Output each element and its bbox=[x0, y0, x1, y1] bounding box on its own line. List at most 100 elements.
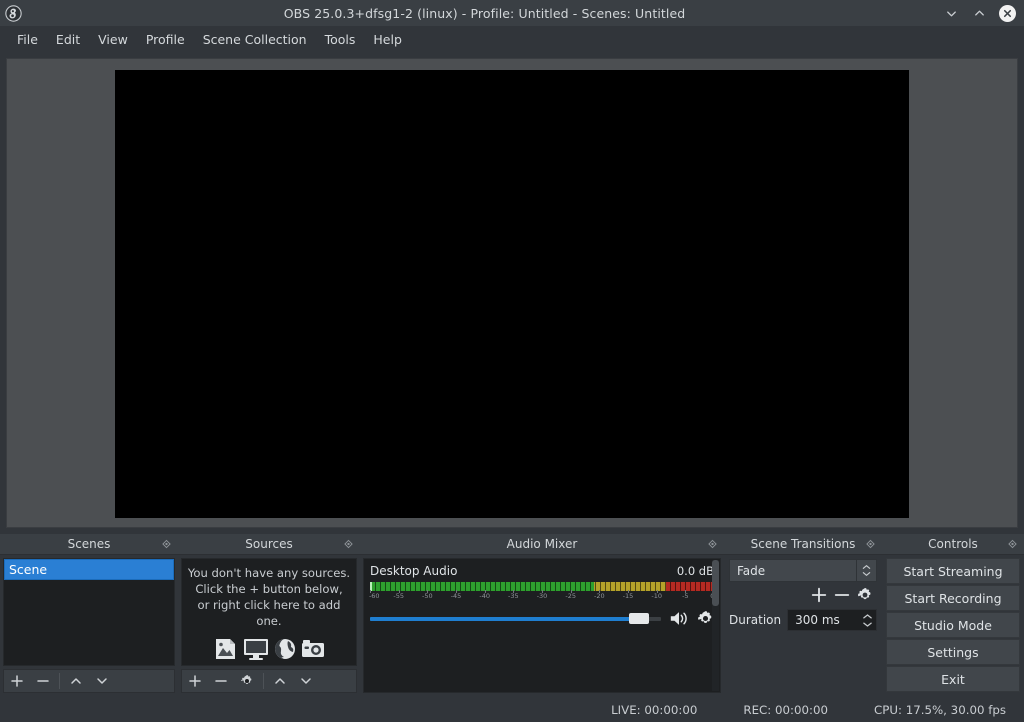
scale-tick-label: -5 bbox=[682, 592, 689, 600]
sources-toolbar bbox=[181, 669, 357, 693]
volume-slider[interactable] bbox=[370, 612, 661, 626]
dock-float-icon[interactable] bbox=[1008, 539, 1017, 549]
mute-button[interactable] bbox=[669, 610, 689, 627]
minimize-button[interactable] bbox=[943, 5, 959, 21]
transition-select-value: Fade bbox=[737, 563, 766, 578]
scale-tick-label: -40 bbox=[479, 592, 490, 600]
controls-body: Start Streaming Start Recording Studio M… bbox=[882, 555, 1024, 696]
audio-mixer-scrollbar[interactable] bbox=[712, 560, 719, 691]
chevron-down-icon bbox=[97, 678, 107, 684]
scale-tick-label: -50 bbox=[422, 592, 433, 600]
chevron-down-icon bbox=[301, 678, 311, 684]
scenes-dock-body: Scene bbox=[0, 555, 178, 696]
menu-item-view[interactable]: View bbox=[89, 29, 137, 50]
toolbar-divider bbox=[59, 673, 60, 689]
audio-mixer-dock-body: Desktop Audio 0.0 dB -60 -55 -50 -45 -40 -35 -… bbox=[360, 555, 724, 696]
scenes-toolbar bbox=[3, 669, 175, 693]
minus-icon bbox=[215, 680, 227, 682]
minus-icon bbox=[37, 680, 49, 682]
scenes-dock-title: Scenes bbox=[0, 534, 178, 555]
speaker-icon bbox=[670, 612, 687, 625]
chevron-up-icon bbox=[71, 678, 81, 684]
menu-item-edit[interactable]: Edit bbox=[47, 29, 89, 50]
close-button[interactable] bbox=[999, 4, 1016, 22]
dock-row: Scenes Scene Sources You don't have any … bbox=[0, 534, 1024, 698]
chevron-down-icon bbox=[862, 572, 871, 576]
start-streaming-button[interactable]: Start Streaming bbox=[886, 558, 1020, 584]
move-scene-up-button[interactable] bbox=[63, 670, 89, 692]
maximize-button[interactable] bbox=[971, 5, 987, 21]
menubar: File Edit View Profile Scene Collection … bbox=[0, 26, 1024, 52]
browser-source-icon bbox=[274, 638, 295, 659]
menu-item-tools[interactable]: Tools bbox=[316, 29, 365, 50]
chevron-up-icon bbox=[862, 613, 872, 619]
settings-button[interactable]: Settings bbox=[886, 639, 1020, 665]
image-source-icon bbox=[215, 638, 235, 659]
menu-item-help[interactable]: Help bbox=[364, 29, 411, 50]
status-rec-time: REC: 00:00:00 bbox=[743, 703, 828, 717]
scale-tick-label: -15 bbox=[622, 592, 634, 600]
controls-dock: Controls Start Streaming Start Recording… bbox=[882, 534, 1024, 696]
scale-tick-label: -60 bbox=[368, 592, 380, 600]
sources-empty-line-2: Click the + button below, bbox=[195, 581, 343, 596]
statusbar: LIVE: 00:00:00 REC: 00:00:00 CPU: 17.5%,… bbox=[0, 698, 1024, 722]
scrollbar-thumb[interactable] bbox=[712, 560, 719, 606]
duration-input[interactable]: 300 ms bbox=[787, 609, 877, 631]
display-capture-icon bbox=[243, 638, 268, 660]
list-item[interactable]: Scene bbox=[4, 559, 174, 580]
remove-source-button[interactable] bbox=[208, 670, 234, 692]
audio-channel-level: 0.0 dB bbox=[676, 564, 714, 578]
source-properties-button[interactable] bbox=[234, 670, 260, 692]
move-source-up-button[interactable] bbox=[267, 670, 293, 692]
gear-icon bbox=[858, 588, 871, 600]
plus-icon bbox=[189, 675, 201, 687]
scale-tick-label: -55 bbox=[393, 592, 404, 600]
add-transition-button[interactable] bbox=[811, 587, 827, 603]
transition-properties-button[interactable] bbox=[857, 587, 873, 603]
sources-empty-line-1: You don't have any sources. bbox=[187, 565, 351, 580]
dock-float-icon[interactable] bbox=[866, 539, 875, 549]
volume-slider-handle[interactable] bbox=[629, 613, 650, 624]
status-cpu-fps: CPU: 17.5%, 30.00 fps bbox=[874, 703, 1006, 717]
chevron-up-icon bbox=[974, 10, 984, 16]
move-scene-down-button[interactable] bbox=[89, 670, 115, 692]
transition-select-arrows[interactable] bbox=[856, 560, 876, 581]
scale-tick-label: -10 bbox=[651, 592, 662, 600]
exit-button[interactable]: Exit bbox=[886, 666, 1020, 692]
move-source-down-button[interactable] bbox=[293, 670, 319, 692]
menu-item-file[interactable]: File bbox=[8, 29, 47, 50]
titlebar: OBS 25.0.3+dfsg1-2 (linux) - Profile: Un… bbox=[0, 0, 1024, 26]
duration-stepper[interactable] bbox=[860, 610, 874, 630]
meter-scale: -60-55-50-45-40-35-30-25-20-15-10-50 bbox=[368, 590, 715, 604]
add-source-button[interactable] bbox=[182, 670, 208, 692]
scenes-list[interactable]: Scene bbox=[3, 558, 175, 666]
sources-empty-line-3: or right click here to add one. bbox=[197, 597, 341, 628]
audio-mixer-dock-title: Audio Mixer bbox=[360, 534, 724, 555]
start-recording-button[interactable]: Start Recording bbox=[886, 585, 1020, 611]
dock-float-icon[interactable] bbox=[344, 539, 353, 549]
menu-item-scene-collection[interactable]: Scene Collection bbox=[194, 29, 316, 50]
plus-icon bbox=[11, 675, 23, 687]
gear-icon bbox=[241, 675, 252, 684]
plus-icon bbox=[811, 587, 827, 603]
sources-empty-state[interactable]: You don't have any sources. Click the + … bbox=[181, 558, 357, 666]
toolbar-divider bbox=[263, 673, 264, 689]
remove-transition-button[interactable] bbox=[834, 587, 850, 603]
preview-area[interactable] bbox=[6, 58, 1018, 528]
studio-mode-button[interactable]: Studio Mode bbox=[886, 612, 1020, 638]
dock-float-icon[interactable] bbox=[708, 539, 717, 549]
dock-float-icon[interactable] bbox=[162, 539, 171, 549]
chevron-up-icon bbox=[275, 678, 285, 684]
sources-dock-body: You don't have any sources. Click the + … bbox=[178, 555, 360, 696]
scale-tick-label: -30 bbox=[536, 592, 548, 600]
minus-icon bbox=[834, 594, 850, 596]
scale-tick-label: -25 bbox=[565, 592, 576, 600]
remove-scene-button[interactable] bbox=[30, 670, 56, 692]
scenes-title-label: Scenes bbox=[67, 537, 111, 551]
add-scene-button[interactable] bbox=[4, 670, 30, 692]
status-live-time: LIVE: 00:00:00 bbox=[611, 703, 698, 717]
transition-select[interactable]: Fade bbox=[729, 559, 877, 582]
menu-item-profile[interactable]: Profile bbox=[137, 29, 194, 50]
preview-canvas[interactable] bbox=[115, 70, 909, 518]
chevron-down-icon bbox=[862, 621, 872, 627]
